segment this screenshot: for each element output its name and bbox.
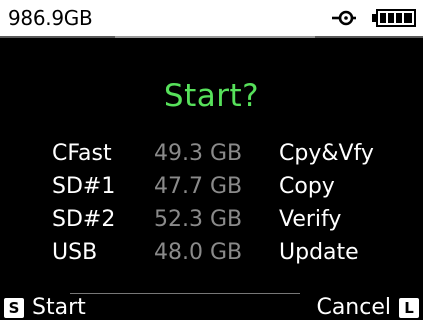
device-name: SD#1 — [52, 174, 116, 199]
start-softkey[interactable]: S Start — [4, 296, 86, 320]
device-mode: Update — [279, 240, 359, 265]
l-key-icon: L — [399, 298, 419, 318]
free-space-readout: 986.9GB — [8, 6, 93, 30]
device-mode: Cpy&Vfy — [279, 141, 374, 166]
battery-full-icon — [372, 9, 416, 27]
device-list: CFast 49.3 GB Cpy&Vfy SD#1 47.7 GB Copy … — [0, 139, 423, 271]
cancel-label: Cancel — [316, 295, 391, 320]
start-label: Start — [32, 295, 86, 320]
device-size: 49.3 GB — [154, 141, 243, 166]
status-bar-highlight-line — [115, 36, 315, 38]
device-row-sd1: SD#1 47.7 GB Copy — [0, 172, 423, 205]
device-size: 47.7 GB — [154, 174, 243, 199]
device-name: USB — [52, 240, 98, 265]
device-name: SD#2 — [52, 207, 116, 232]
device-mode: Verify — [279, 207, 342, 232]
dc-power-plug-icon — [332, 10, 356, 26]
dialog-title: Start? — [163, 78, 260, 114]
softkey-divider — [70, 293, 300, 294]
device-size: 52.3 GB — [154, 207, 243, 232]
s-key-icon: S — [4, 298, 24, 318]
device-row-sd2: SD#2 52.3 GB Verify — [0, 205, 423, 238]
cancel-softkey[interactable]: Cancel L — [316, 296, 419, 320]
device-row-cfast: CFast 49.3 GB Cpy&Vfy — [0, 139, 423, 172]
device-row-usb: USB 48.0 GB Update — [0, 238, 423, 271]
device-screen: 986.9GB Start? CFast 49.3 GB Cpy&Vfy SD#… — [0, 0, 423, 320]
device-mode: Copy — [279, 174, 335, 199]
device-size: 48.0 GB — [154, 240, 243, 265]
status-bar: 986.9GB — [0, 0, 423, 36]
device-name: CFast — [52, 141, 112, 166]
